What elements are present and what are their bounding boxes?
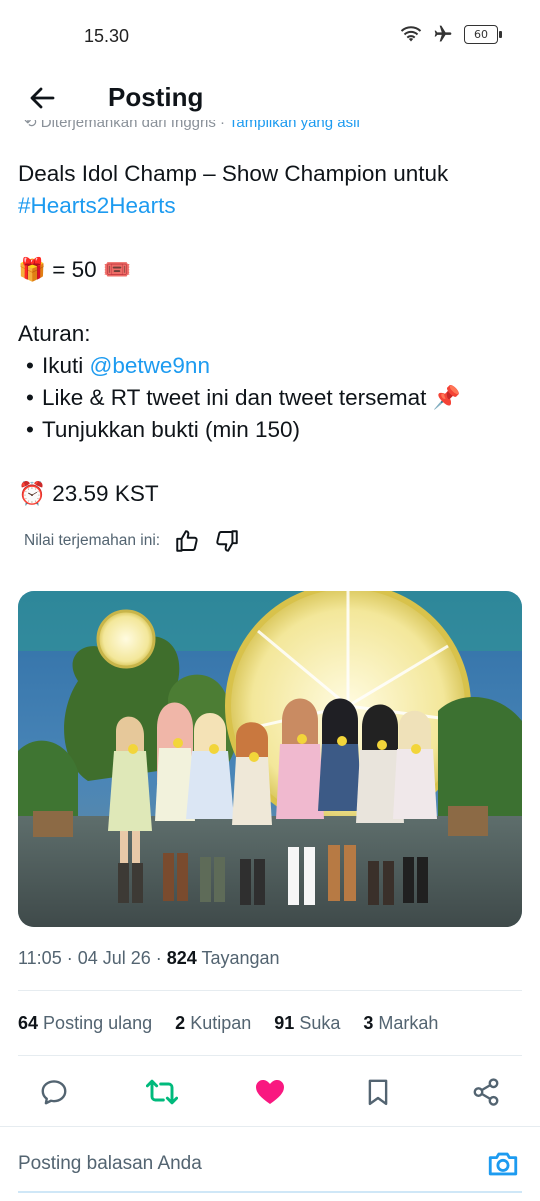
reply-icon xyxy=(41,1080,67,1105)
page-title: Posting xyxy=(108,82,204,112)
status-time: 15.30 xyxy=(84,26,130,46)
divider xyxy=(18,1055,522,1056)
share-button[interactable] xyxy=(464,1070,508,1114)
quotes-count: 2 xyxy=(175,1013,186,1033)
mention-link[interactable]: @betwe9nn xyxy=(90,353,210,378)
heart-icon xyxy=(256,1080,284,1104)
rule-1-text: Ikuti xyxy=(42,353,90,378)
airplane-icon xyxy=(434,25,452,42)
gift-emoji: 🎁 xyxy=(18,257,47,282)
retweets-count: 64 xyxy=(18,1013,39,1033)
show-original-link[interactable]: Tampilkan yang asli xyxy=(229,120,360,131)
quotes-label: Kutipan xyxy=(190,1013,252,1033)
likes-label: Suka xyxy=(299,1013,341,1033)
rate-translation-label: Nilai terjemahan ini: xyxy=(24,532,161,549)
reply-button[interactable] xyxy=(32,1070,76,1114)
ticket-emoji: 🎟️ xyxy=(102,257,131,282)
tweet-text: Deals Idol Champ – Show Champion untuk #… xyxy=(18,158,523,510)
back-arrow-icon[interactable] xyxy=(26,82,58,114)
battery-icon: 60 xyxy=(464,24,502,44)
tweet-meta: 11:05 · 04 Jul 26 · 824 Tayangan xyxy=(18,948,280,969)
hashtag-link[interactable]: #Hearts2Hearts xyxy=(18,193,176,218)
share-icon xyxy=(473,1078,499,1106)
retweets-stat[interactable]: 64 Posting ulang xyxy=(18,1013,152,1033)
likes-count: 91 xyxy=(274,1013,295,1033)
bookmark-icon xyxy=(368,1079,388,1106)
rule-3-text: Tunjukkan bukti (min 150) xyxy=(42,417,301,442)
retweet-icon xyxy=(146,1079,178,1105)
bookmarks-count: 3 xyxy=(363,1013,374,1033)
translation-text: Diterjemahkan dari Inggris · xyxy=(40,120,229,131)
bookmarks-label: Markah xyxy=(378,1013,439,1033)
tweet-timestamp: 11:05 · 04 Jul 26 · xyxy=(18,948,167,968)
reply-input[interactable]: Posting balasan Anda xyxy=(18,1153,202,1175)
rate-translation: Nilai terjemahan ini: xyxy=(24,528,240,554)
like-button[interactable] xyxy=(248,1070,292,1114)
thumbs-down-icon[interactable] xyxy=(214,528,240,554)
group-photo-illustration xyxy=(18,591,522,927)
camera-icon[interactable] xyxy=(486,1147,520,1181)
quotes-stat[interactable]: 2 Kutipan xyxy=(175,1013,251,1033)
reply-underline xyxy=(18,1191,522,1193)
views-count: 824 xyxy=(166,948,197,968)
rules-title: Aturan: xyxy=(18,321,91,346)
likes-stat[interactable]: 91 Suka xyxy=(274,1013,340,1033)
gift-text: = 50 xyxy=(46,257,103,282)
alarm-clock-emoji: ⏰ xyxy=(18,481,47,506)
rule-2-text: Like & RT tweet ini dan tweet tersemat xyxy=(42,385,433,410)
pin-emoji: 📌 xyxy=(432,385,461,410)
translation-icon: ⟲ xyxy=(24,120,41,131)
divider xyxy=(18,990,522,991)
retweet-button[interactable] xyxy=(140,1070,184,1114)
action-bar xyxy=(0,1070,540,1114)
bookmarks-stat[interactable]: 3 Markah xyxy=(363,1013,438,1033)
bookmark-button[interactable] xyxy=(356,1070,400,1114)
status-icons: 60 xyxy=(400,24,502,44)
wifi-icon xyxy=(400,26,422,42)
tweet-line-1: Deals Idol Champ – Show Champion untuk xyxy=(18,161,449,186)
thumbs-up-icon[interactable] xyxy=(174,528,200,554)
views-label: Tayangan xyxy=(196,948,280,968)
tweet-stats: 64 Posting ulang 2 Kutipan 91 Suka 3 Mar… xyxy=(18,1013,456,1034)
reply-bar: Posting balasan Anda xyxy=(0,1126,540,1201)
deadline-text: 23.59 KST xyxy=(46,481,159,506)
tweet-photo[interactable] xyxy=(18,591,522,927)
status-bar: 15.30 60 xyxy=(0,0,540,72)
retweets-label: Posting ulang xyxy=(43,1013,153,1033)
translation-notice: ⟲ Diterjemahkan dari Inggris · Tampilkan… xyxy=(18,120,518,142)
